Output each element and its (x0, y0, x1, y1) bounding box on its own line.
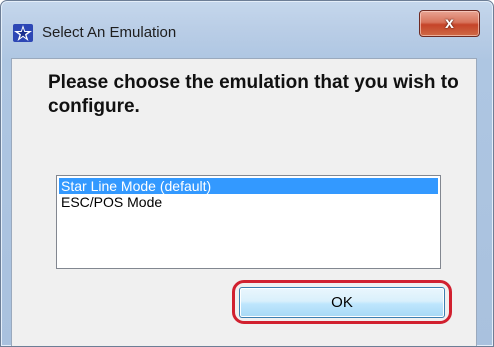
close-icon: x (445, 14, 454, 32)
title-bar[interactable]: Select An Emulation x (1, 1, 493, 59)
ok-button[interactable]: OK (239, 287, 445, 318)
emulation-listbox[interactable]: Star Line Mode (default) ESC/POS Mode (56, 175, 441, 269)
list-item-star-line-mode[interactable]: Star Line Mode (default) (59, 178, 438, 194)
close-button[interactable]: x (419, 10, 480, 37)
window-title: Select An Emulation (42, 24, 177, 41)
prompt-text: Please choose the emulation that you wis… (48, 72, 459, 117)
list-item-esc-pos-mode[interactable]: ESC/POS Mode (59, 194, 162, 210)
star-logo-icon (12, 22, 34, 44)
dialog-window: Select An Emulation x Please choose the … (0, 0, 494, 347)
dialog-client-area: Please choose the emulation that you wis… (11, 58, 477, 346)
